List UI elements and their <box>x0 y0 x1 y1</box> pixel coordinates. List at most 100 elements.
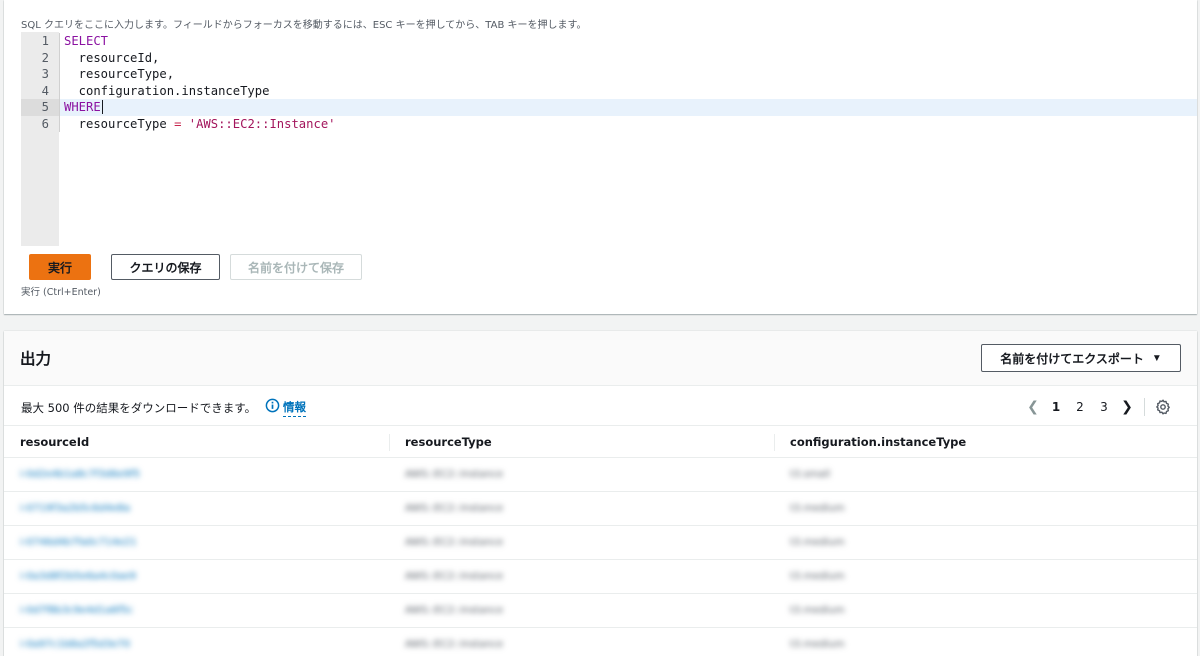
code-token: resourceType, <box>64 67 175 82</box>
cell-value: t3.medium <box>790 537 845 548</box>
code-text: resourceId, <box>59 49 160 66</box>
resource-type-cell: AWS::EC2::Instance <box>389 594 774 627</box>
save-as-button: 名前を付けて保存 <box>230 254 362 280</box>
resource-type-cell: AWS::EC2::Instance <box>389 492 774 525</box>
code-text: resourceType, <box>59 66 174 83</box>
table-row: i-0d2e4b1a8c7f3d6e9f5 AWS::EC2::Instance t… <box>4 458 1197 492</box>
cell-value: t3.medium <box>790 571 845 582</box>
code-line[interactable]: 1 SELECT <box>21 33 1197 50</box>
page-1-link[interactable]: 1 <box>1044 400 1068 414</box>
table-tools-row: 最大 500 件の結果をダウンロードできます。 情報 ❮ 1 2 3 ❯ <box>4 387 1197 425</box>
output-header: 出力 名前を付けてエクスポート ▼ <box>4 331 1197 386</box>
code-line[interactable]: 2 resourceId, <box>21 49 1197 66</box>
code-line[interactable]: 3 resourceType, <box>21 66 1197 83</box>
download-limit-text: 最大 500 件の結果をダウンロードできます。 <box>21 401 257 415</box>
run-shortcut-hint: 実行 (Ctrl+Enter) <box>21 287 101 298</box>
resource-id-link[interactable]: i-0746d4b7fa0c714e21 <box>4 526 389 559</box>
code-line[interactable]: 5 WHERE <box>21 99 1197 116</box>
export-as-label: 名前を付けてエクスポート <box>1000 351 1144 366</box>
sql-code-editor[interactable]: 1 SELECT 2 resourceId, 3 resourceType, 4 con… <box>21 32 1197 246</box>
instance-type-cell: t3.medium <box>774 492 1197 525</box>
cell-value: t3.medium <box>790 605 845 616</box>
cell-value: AWS::EC2::Instance <box>405 639 504 650</box>
column-header-resourceid[interactable]: resourceId <box>4 426 389 457</box>
cell-value: i-0719f3a2b5c6d4e8a <box>20 503 131 514</box>
table-row: i-0a97c1b8a2f5d3e70 AWS::EC2::Instance t3.… <box>4 628 1197 656</box>
cell-value: i-0a3d8f2b5e6a4c0ae9 <box>20 571 137 582</box>
code-text: SELECT <box>59 33 108 50</box>
instance-type-cell: t3.medium <box>774 594 1197 627</box>
code-text: resourceType = 'AWS::EC2::Instance' <box>59 115 336 132</box>
cell-value: t3.medium <box>790 503 845 514</box>
cell-value: t3.medium <box>790 639 845 650</box>
pagination: ❮ 1 2 3 ❯ <box>1022 397 1171 417</box>
code-token: WHERE <box>64 100 101 115</box>
cell-value: i-0746d4b7fa0c714e21 <box>20 537 137 548</box>
resource-type-cell: AWS::EC2::Instance <box>389 560 774 593</box>
cell-value: i-0a97c1b8a2f5d3e70 <box>20 639 131 650</box>
results-table: resourceId resourceType configuration.in… <box>4 425 1197 656</box>
cell-value: AWS::EC2::Instance <box>405 605 504 616</box>
query-editor-panel: SQL クエリをここに入力します。フィールドからフォーカスを移動するには、ESC… <box>4 0 1197 314</box>
cell-value: AWS::EC2::Instance <box>405 469 504 480</box>
resource-id-link[interactable]: i-0a97c1b8a2f5d3e70 <box>4 628 389 656</box>
page-2-link[interactable]: 2 <box>1068 400 1092 414</box>
code-token: resourceType <box>64 116 175 131</box>
info-icon[interactable] <box>265 398 280 413</box>
line-number: 3 <box>41 67 49 82</box>
line-number: 5 <box>21 99 59 116</box>
text-cursor <box>101 100 103 115</box>
cell-value: AWS::EC2::Instance <box>405 571 504 582</box>
info-link[interactable]: 情報 <box>283 399 306 417</box>
code-token: SELECT <box>64 34 109 49</box>
code-line[interactable]: 4 configuration.instanceType <box>21 82 1197 99</box>
next-page-icon[interactable]: ❯ <box>1116 399 1138 415</box>
code-token: resourceId, <box>64 50 160 65</box>
export-as-button[interactable]: 名前を付けてエクスポート ▼ <box>981 344 1181 372</box>
column-header-resourcetype[interactable]: resourceType <box>389 426 774 457</box>
instance-type-cell: t3.small <box>774 458 1197 491</box>
pagination-divider <box>1144 398 1145 416</box>
previous-page-icon[interactable]: ❮ <box>1022 399 1044 415</box>
table-row: i-0a3d8f2b5e6a4c0ae9 AWS::EC2::Instance t3… <box>4 560 1197 594</box>
cell-value: AWS::EC2::Instance <box>405 503 504 514</box>
resource-type-cell: AWS::EC2::Instance <box>389 526 774 559</box>
table-row: i-0d7f8b3c9e4d1a6f5c AWS::EC2::Instance t3… <box>4 594 1197 628</box>
table-row: i-0746d4b7fa0c714e21 AWS::EC2::Instance t3… <box>4 526 1197 560</box>
instance-type-cell: t3.medium <box>774 560 1197 593</box>
resource-id-link[interactable]: i-0d7f8b3c9e4d1a6f5c <box>4 594 389 627</box>
code-token: configuration.instanceType <box>64 83 270 98</box>
resource-type-cell: AWS::EC2::Instance <box>389 458 774 491</box>
instance-type-cell: t3.medium <box>774 628 1197 656</box>
caret-down-icon: ▼ <box>1151 352 1162 364</box>
cell-value: t3.small <box>790 469 831 480</box>
column-header-instancetype[interactable]: configuration.instanceType <box>774 426 1197 457</box>
cell-value: AWS::EC2::Instance <box>405 537 504 548</box>
resource-id-link[interactable]: i-0719f3a2b5c6d4e8a <box>4 492 389 525</box>
code-text: configuration.instanceType <box>59 82 270 99</box>
resource-id-link[interactable]: i-0a3d8f2b5e6a4c0ae9 <box>4 560 389 593</box>
table-header-row: resourceId resourceType configuration.in… <box>4 425 1197 458</box>
line-number: 2 <box>41 50 49 65</box>
line-number: 1 <box>41 34 49 49</box>
line-number: 6 <box>41 116 49 131</box>
code-token: 'AWS::EC2::Instance' <box>188 116 336 131</box>
output-title: 出力 <box>20 350 52 368</box>
code-text: WHERE <box>59 99 103 116</box>
run-button[interactable]: 実行 <box>29 254 91 280</box>
cell-value: i-0d2e4b1a8c7f3d6e9f5 <box>20 469 141 480</box>
code-token: = <box>174 116 182 131</box>
save-query-button[interactable]: クエリの保存 <box>111 254 220 280</box>
resource-id-link[interactable]: i-0d2e4b1a8c7f3d6e9f5 <box>4 458 389 491</box>
cell-value: i-0d7f8b3c9e4d1a6f5c <box>20 605 134 616</box>
line-number: 4 <box>41 83 49 98</box>
code-line[interactable]: 6 resourceType = 'AWS::EC2::Instance' <box>21 115 1197 132</box>
gear-icon[interactable] <box>1155 399 1171 415</box>
editor-hint: SQL クエリをここに入力します。フィールドからフォーカスを移動するには、ESC… <box>21 20 587 31</box>
resource-type-cell: AWS::EC2::Instance <box>389 628 774 656</box>
instance-type-cell: t3.medium <box>774 526 1197 559</box>
page-3-link[interactable]: 3 <box>1092 400 1116 414</box>
table-row: i-0719f3a2b5c6d4e8a AWS::EC2::Instance t3.… <box>4 492 1197 526</box>
output-panel: 出力 名前を付けてエクスポート ▼ 最大 500 件の結果をダウンロードできます… <box>4 331 1197 656</box>
